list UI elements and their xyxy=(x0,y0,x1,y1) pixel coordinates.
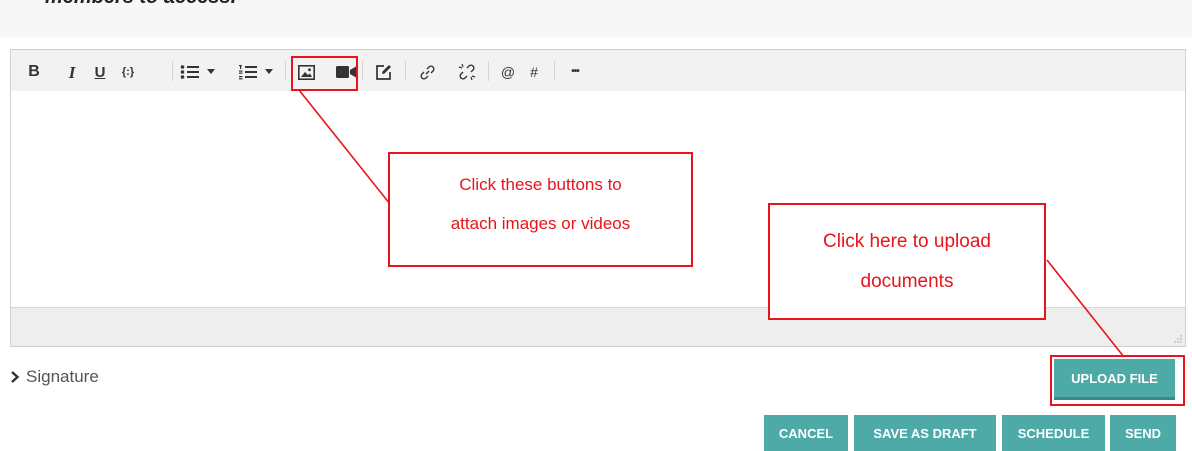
toolbar-separator xyxy=(488,61,489,81)
media-callout-box: Click these buttons to attach images or … xyxy=(388,152,693,267)
upload-callout-line1: Click here to upload xyxy=(823,231,991,252)
numbered-list-button[interactable] xyxy=(237,62,259,82)
signature-label: Signature xyxy=(26,367,99,386)
italic-button[interactable]: I xyxy=(65,62,79,82)
bullet-list-icon xyxy=(180,65,199,79)
cancel-button[interactable]: CANCEL xyxy=(764,415,848,451)
media-callout-line2: attach images or videos xyxy=(450,214,631,233)
toolbar-separator xyxy=(362,61,363,81)
edit-square-icon xyxy=(375,64,391,80)
link-icon xyxy=(419,64,435,80)
insert-link-button[interactable] xyxy=(417,62,437,82)
code-button[interactable]: {:} xyxy=(119,62,137,82)
edit-source-button[interactable] xyxy=(373,62,393,82)
bullet-list-dropdown[interactable] xyxy=(206,62,216,82)
underline-button[interactable]: U xyxy=(92,62,108,82)
media-buttons-highlight xyxy=(291,56,358,91)
upload-callout-box: Click here to upload documents xyxy=(768,203,1046,320)
numbered-list-icon xyxy=(239,65,257,80)
upload-callout-line2: documents xyxy=(860,271,954,292)
hashtag-button[interactable]: # xyxy=(527,62,541,82)
top-heading-strip: members to access. xyxy=(0,0,1192,37)
upload-file-button[interactable]: UPLOAD FILE xyxy=(1054,359,1175,400)
unlink-button[interactable] xyxy=(457,62,477,82)
editor-toolbar: B I U {:} @ # ••• xyxy=(11,50,1185,92)
send-button[interactable]: SEND xyxy=(1110,415,1176,451)
partial-heading: members to access. xyxy=(45,0,236,9)
media-callout-line1: Click these buttons to xyxy=(459,175,622,194)
caret-down-icon xyxy=(207,69,215,74)
unlink-icon xyxy=(458,63,476,81)
chevron-right-icon xyxy=(11,371,20,383)
bullet-list-button[interactable] xyxy=(179,62,201,82)
save-as-draft-button[interactable]: SAVE AS DRAFT xyxy=(854,415,996,451)
toolbar-separator xyxy=(285,61,286,81)
more-options-button[interactable]: ••• xyxy=(564,62,586,82)
mention-button[interactable]: @ xyxy=(499,62,517,82)
schedule-button[interactable]: SCHEDULE xyxy=(1002,415,1105,451)
numbered-list-dropdown[interactable] xyxy=(264,62,274,82)
bold-button[interactable]: B xyxy=(27,62,41,82)
toolbar-separator xyxy=(554,61,555,81)
toolbar-separator xyxy=(172,61,173,81)
resize-grip-icon[interactable] xyxy=(1174,335,1182,343)
toolbar-separator xyxy=(405,61,406,81)
signature-toggle[interactable]: Signature xyxy=(10,367,99,387)
caret-down-icon xyxy=(265,69,273,74)
